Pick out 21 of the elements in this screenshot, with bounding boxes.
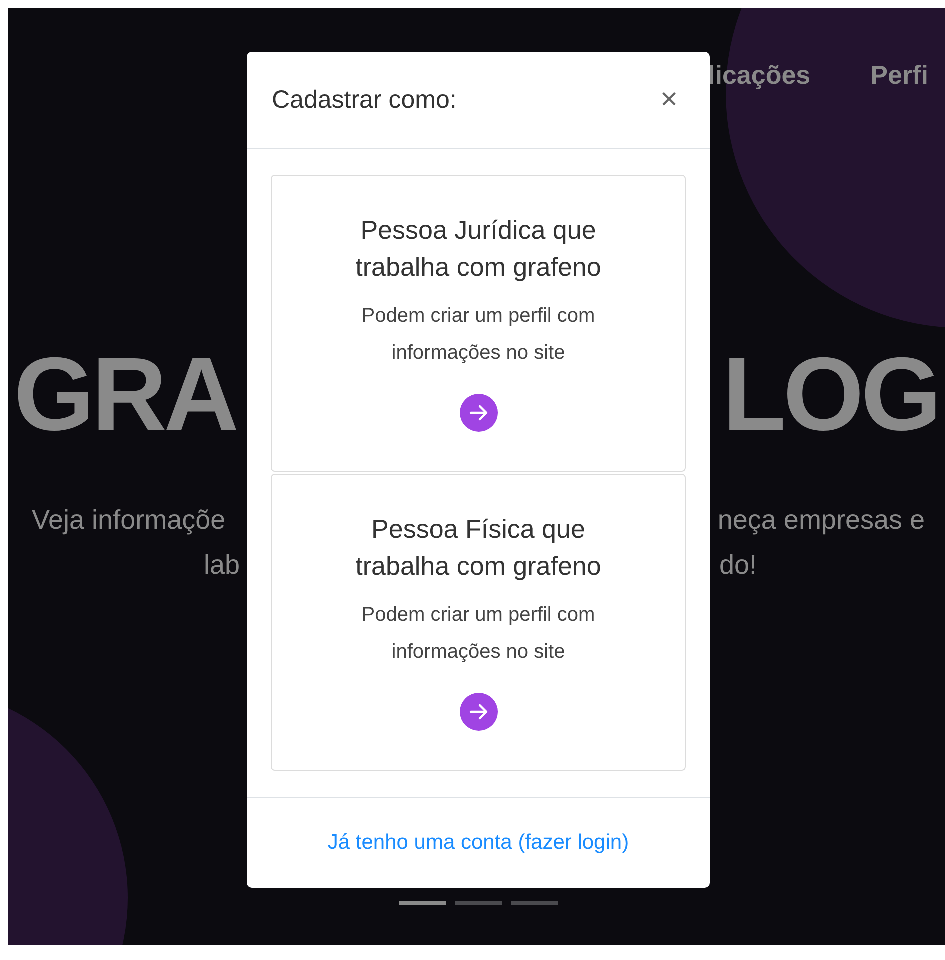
hero-title: GRA	[14, 343, 236, 447]
hero-subtitle: lab	[204, 550, 240, 581]
carousel-indicator[interactable]	[511, 901, 558, 905]
nav-link[interactable]: Perfi	[870, 60, 928, 91]
close-button[interactable]: ×	[654, 83, 684, 117]
carousel-indicator[interactable]	[455, 901, 502, 905]
option-card[interactable]: Pessoa Física que trabalha com grafeno Podem criar um perfil com informações no site	[271, 474, 686, 771]
card-description: Podem criar um perfil com informações no site	[360, 304, 596, 366]
hero-title: LOG	[722, 343, 939, 447]
card-description: Podem criar um perfil com informações no site	[360, 603, 596, 665]
hero-subtitle: Veja informaçõe	[32, 505, 226, 536]
card-title: Pessoa Jurídica que trabalha com grafeno	[354, 214, 602, 284]
arrow-right-icon[interactable]	[460, 394, 498, 432]
arrow-right-icon[interactable]	[460, 693, 498, 731]
modal-title: Cadastrar como:	[272, 86, 457, 114]
hero-subtitle: do!	[719, 550, 757, 581]
card-title: Pessoa Física que trabalha com grafeno	[354, 513, 602, 583]
hero-subtitle: neça empresas e	[718, 505, 925, 536]
carousel-indicator[interactable]	[399, 901, 446, 905]
option-card[interactable]: Pessoa Jurídica que trabalha com grafeno Podem criar um perfil com informações no site	[271, 175, 686, 472]
login-link[interactable]: Já tenho uma conta (fazer login)	[328, 831, 630, 855]
